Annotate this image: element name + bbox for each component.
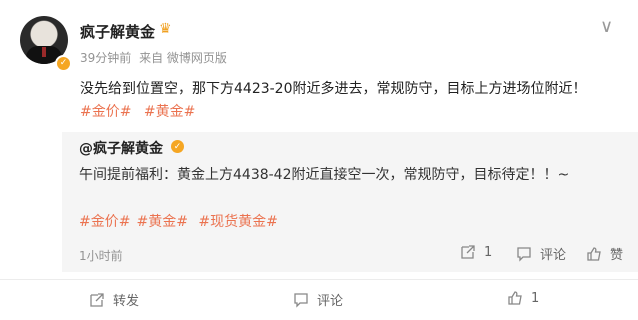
post-time[interactable]: 39分钟前: [80, 51, 131, 65]
comment-button[interactable]: 评论: [293, 290, 343, 309]
repost-comment-label: 评论: [540, 248, 567, 263]
comment-icon: [294, 292, 308, 308]
share-icon: [90, 292, 104, 307]
tag-spot-gold[interactable]: #现货黄金#: [198, 214, 277, 230]
like-icon: [587, 246, 601, 261]
repost-author[interactable]: @疯子解黄金: [79, 138, 163, 158]
post-meta: 39分钟前 来自 微博网页版: [80, 49, 227, 66]
comment-icon: [517, 246, 531, 262]
like-button[interactable]: 1: [507, 290, 539, 306]
repost-share-count: 1: [484, 244, 493, 260]
repost-like-label: 赞: [610, 248, 624, 263]
repost-tags: #金价# #黄金# #现货黄金#: [79, 211, 284, 231]
author-name[interactable]: 疯子解黄金: [80, 21, 155, 42]
tag-gold-price[interactable]: #金价#: [80, 104, 131, 120]
post-source: 来自 微博网页版: [139, 51, 227, 65]
verified-icon: ✓: [55, 55, 72, 72]
share-icon: [461, 245, 475, 259]
repost-share-button[interactable]: 1: [460, 244, 492, 260]
repost-card[interactable]: @疯子解黄金 ✓ 午间提前福利：黄金上方4438-42附近直接空一次，常规防守，…: [62, 132, 638, 272]
repost-time[interactable]: 1小时前: [79, 247, 123, 264]
like-count: 1: [531, 290, 540, 306]
like-icon: [508, 291, 522, 305]
avatar-tie: [42, 47, 46, 57]
tag-gold[interactable]: #黄金#: [136, 214, 187, 230]
repost-like-button[interactable]: 赞: [586, 244, 623, 263]
repost-content: 午间提前福利：黄金上方4438-42附近直接空一次，常规防守，目标待定！！~: [79, 167, 570, 183]
repost-label: 转发: [113, 294, 140, 309]
post-content: 没先给到位置空，那下方4423-20附近多进去，常规防守，目标上方进场位附近！: [80, 81, 587, 97]
more-icon[interactable]: ∨: [600, 16, 613, 37]
tag-gold[interactable]: #黄金#: [144, 104, 195, 120]
post-tags: #金价# #黄金#: [80, 101, 203, 121]
tag-gold-price[interactable]: #金价#: [79, 214, 130, 230]
comment-label: 评论: [317, 294, 344, 309]
repost-comment-button[interactable]: 评论: [516, 244, 566, 263]
divider: [0, 279, 638, 280]
crown-icon[interactable]: ♛: [159, 21, 172, 37]
verified-icon: ✓: [171, 140, 184, 153]
repost-button[interactable]: 转发: [89, 290, 139, 309]
